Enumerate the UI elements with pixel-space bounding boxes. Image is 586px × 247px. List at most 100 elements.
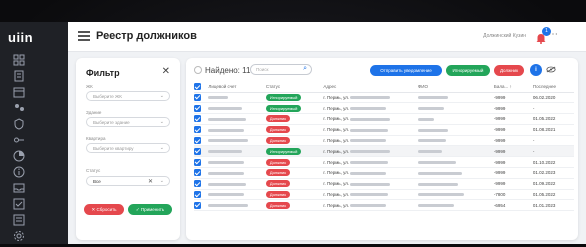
- app-logo: uiin: [8, 30, 34, 45]
- status-badge: Игнорируемый: [265, 104, 302, 112]
- status-cell: Должник: [265, 156, 324, 169]
- header-checkbox-cell[interactable]: [194, 82, 209, 93]
- table-row[interactable]: Должник г. Пермь, ул. -7800 01.05.2022: [194, 189, 574, 201]
- table-toolbar: Найдено: 11 Поиск ⌕ Отправить уведомление…: [194, 64, 570, 78]
- apply-button[interactable]: ✓ Применить: [128, 204, 172, 215]
- table-row[interactable]: Должник г. Пермь, ул. -9999 01.02.2023: [194, 167, 574, 179]
- redacted-name: [417, 128, 448, 132]
- row-checkbox[interactable]: [194, 169, 201, 177]
- hide-columns-icon[interactable]: [546, 66, 556, 75]
- redacted-name: [417, 107, 444, 110]
- inbox-icon[interactable]: [12, 182, 26, 196]
- shield-icon[interactable]: [12, 118, 26, 132]
- row-checkbox-cell[interactable]: [194, 199, 209, 212]
- name-cell: [417, 145, 494, 158]
- apartment-select[interactable]: Выберите квартиру ⌄: [86, 143, 170, 153]
- chevron-down-icon: ⌄: [159, 178, 164, 184]
- complex-select[interactable]: Выберите ЖК ⌄: [86, 91, 170, 101]
- row-checkbox-cell[interactable]: [194, 178, 209, 190]
- checklist-icon[interactable]: [12, 198, 26, 212]
- search-icon: ⌕: [303, 65, 307, 72]
- status-cell: Должник: [265, 178, 324, 190]
- last-date-cell: 01.08.2021: [532, 124, 574, 136]
- column-header-balance[interactable]: Бала... ↑: [493, 82, 533, 93]
- account-cell: [208, 178, 266, 190]
- row-checkbox-cell[interactable]: [194, 135, 209, 147]
- select-all-radio[interactable]: [194, 66, 202, 74]
- search-input[interactable]: Поиск ⌕: [250, 64, 312, 75]
- document-icon[interactable]: [12, 70, 26, 84]
- calendar-icon[interactable]: [12, 86, 26, 100]
- table-row[interactable]: Игнорируемый г. Пермь, ул. -9999 06.02.202…: [194, 92, 574, 104]
- status-badge: Должник: [265, 115, 290, 123]
- people-icon[interactable]: [12, 102, 26, 116]
- column-header-address[interactable]: Адрес: [323, 82, 418, 93]
- table-row[interactable]: Должник г. Пермь, ул. -9999 01.10.2022: [194, 156, 574, 169]
- row-checkbox-cell[interactable]: [194, 102, 209, 115]
- address-cell: г. Пермь, ул.: [323, 145, 418, 158]
- more-icon[interactable]: ⋯: [548, 29, 558, 40]
- table-row[interactable]: Должник г. Пермь, ул. -9999 01.09.2022: [194, 178, 574, 190]
- mark-debtor-button[interactable]: Должник: [494, 65, 524, 76]
- table-row[interactable]: Должник г. Пермь, ул. -6954 01.01.2023: [194, 199, 574, 212]
- send-notification-button[interactable]: Отправить уведомление: [370, 65, 442, 76]
- row-checkbox[interactable]: [194, 137, 201, 145]
- chart-icon[interactable]: [12, 150, 26, 164]
- row-checkbox[interactable]: [194, 191, 201, 199]
- last-date-cell: 01.01.2023: [532, 199, 574, 212]
- row-checkbox[interactable]: [194, 147, 201, 155]
- row-checkbox-cell[interactable]: [194, 92, 209, 104]
- last-date-cell: -: [532, 135, 574, 147]
- bell-icon[interactable]: 1: [536, 27, 551, 44]
- row-checkbox-cell[interactable]: [194, 113, 209, 125]
- column-header-name[interactable]: ФИО: [417, 82, 494, 93]
- settings-icon[interactable]: [12, 230, 26, 244]
- name-cell: [417, 189, 494, 201]
- row-checkbox[interactable]: [194, 104, 201, 112]
- reset-button[interactable]: ✕ Сбросить: [84, 204, 124, 215]
- row-checkbox-cell[interactable]: [194, 145, 209, 158]
- clear-icon[interactable]: ✕: [148, 178, 153, 185]
- close-icon[interactable]: ✕: [162, 66, 170, 77]
- info-button[interactable]: i: [530, 64, 542, 76]
- account-cell: [208, 113, 266, 125]
- name-cell: [417, 178, 494, 190]
- menu-icon[interactable]: [78, 31, 90, 41]
- report-icon[interactable]: [12, 214, 26, 228]
- table-row[interactable]: Должник г. Пермь, ул. -9999 01.08.2021: [194, 124, 574, 136]
- table-row[interactable]: Игнорируемый г. Пермь, ул. -9999-: [194, 102, 574, 115]
- key-icon[interactable]: [12, 134, 26, 148]
- select-all-checkbox[interactable]: [194, 83, 201, 91]
- row-checkbox[interactable]: [194, 115, 201, 123]
- column-header-account[interactable]: Лицевой счет: [208, 82, 266, 93]
- column-header-last[interactable]: Последнее: [532, 82, 574, 93]
- address-cell: г. Пермь, ул.: [323, 189, 418, 201]
- address-cell: г. Пермь, ул.: [323, 124, 418, 136]
- grid-icon[interactable]: [12, 54, 26, 68]
- status-cell: Игнорируемый: [265, 102, 324, 115]
- status-select[interactable]: Все ✕ ⌄: [86, 176, 170, 186]
- table-row[interactable]: Игнорируемый г. Пермь, ул. -9999-: [194, 145, 574, 158]
- row-checkbox[interactable]: [194, 158, 201, 166]
- address-cell: г. Пермь, ул.: [323, 135, 418, 147]
- address-cell: г. Пермь, ул.: [323, 102, 418, 115]
- row-checkbox-cell[interactable]: [194, 124, 209, 136]
- mark-ignored-button[interactable]: Игнорируемый: [446, 65, 490, 76]
- table-row[interactable]: Должник г. Пермь, ул. -9999-: [194, 135, 574, 147]
- row-checkbox-cell[interactable]: [194, 189, 209, 201]
- row-checkbox[interactable]: [194, 201, 201, 209]
- column-header-status[interactable]: Статус: [265, 82, 324, 93]
- row-checkbox[interactable]: [194, 180, 201, 188]
- row-checkbox[interactable]: [194, 93, 201, 101]
- status-cell: Должник: [265, 167, 324, 179]
- last-date-cell: -: [532, 102, 574, 115]
- row-checkbox[interactable]: [194, 126, 201, 134]
- row-checkbox-cell[interactable]: [194, 167, 209, 179]
- redacted-name: [417, 193, 464, 197]
- table-row[interactable]: Должник г. Пермь, ул. -9999 01.05.2022: [194, 113, 574, 125]
- user-name[interactable]: Должинский Кузин: [483, 33, 526, 39]
- info-icon[interactable]: [12, 166, 26, 180]
- row-checkbox-cell[interactable]: [194, 156, 209, 169]
- filter-label-complex: ЖК: [86, 84, 93, 89]
- building-select[interactable]: Выберите здание ⌄: [86, 117, 170, 127]
